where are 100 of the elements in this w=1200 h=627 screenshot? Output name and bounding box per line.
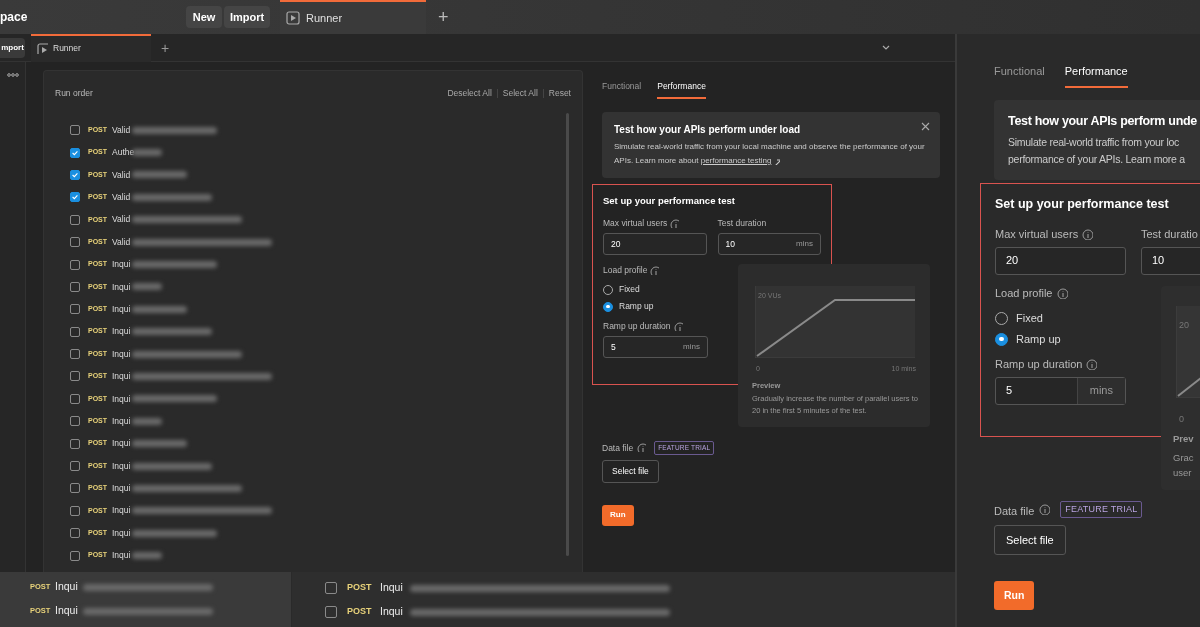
number-field[interactable]: 5 mins: [995, 376, 1126, 405]
request-name: Inqui: [380, 604, 404, 620]
close-icon[interactable]: [921, 122, 930, 131]
banner-title: Test how your APIs perform under load: [614, 123, 802, 137]
tab[interactable]: Functional: [602, 79, 642, 99]
request-name: Valid: [112, 191, 132, 204]
info-icon: [1086, 359, 1098, 370]
checkbox[interactable]: [70, 349, 80, 360]
field-label: Max virtual users: [995, 227, 1079, 243]
banner-text: Simulate real-world traffic from your local machine and observe the performance of your APIs. Learn more about performance testing: [614, 140, 928, 168]
blurred-text: [132, 417, 162, 425]
request-name: Inqui: [112, 482, 132, 495]
request-name: Inqui: [112, 302, 132, 316]
checkbox[interactable]: [70, 237, 80, 248]
request-name: Inqui: [112, 437, 132, 451]
scrollbar[interactable]: [566, 113, 569, 556]
info-icon: [1039, 504, 1051, 515]
number-field[interactable]: 10: [1141, 246, 1200, 275]
feature-trial-badge: FEATURE TRIAL: [1060, 500, 1143, 519]
checkbox[interactable]: [70, 438, 80, 449]
checkbox[interactable]: [70, 281, 80, 292]
checkbox[interactable]: [70, 550, 80, 561]
checkbox[interactable]: [70, 505, 80, 516]
play-icon: [286, 11, 300, 25]
tab[interactable]: Runner: [31, 34, 151, 62]
import-button[interactable]: mport: [0, 37, 25, 58]
banner-title: Test how your APIs perform unde: [1008, 113, 1198, 130]
panel-title: Run order: [55, 86, 94, 100]
external-link-icon: [773, 157, 781, 165]
checkbox[interactable]: [70, 304, 80, 315]
blurred-text: [132, 171, 187, 179]
performance-testing-link[interactable]: performance testing: [700, 154, 781, 168]
new-tab-button[interactable]: +: [161, 40, 170, 55]
request-name: Inqui: [112, 526, 132, 540]
field-label: Load profile: [603, 264, 648, 278]
request-name: Inqui: [112, 370, 132, 383]
field-label: Max virtual users: [603, 217, 668, 231]
tab[interactable]: Performance: [657, 79, 706, 99]
tab[interactable]: Performance: [1064, 62, 1128, 88]
checkbox[interactable]: [70, 416, 80, 427]
tab[interactable]: Runner: [280, 0, 426, 34]
checkbox[interactable]: [70, 393, 80, 404]
request-name: Valid: [112, 235, 132, 249]
info-icon: [670, 219, 680, 229]
checkbox[interactable]: [70, 169, 80, 180]
radio-button[interactable]: [603, 301, 613, 312]
request-name: Inqui: [55, 579, 79, 595]
radio-label: Ramp up: [1016, 331, 1061, 347]
request-name: Authe: [112, 146, 132, 159]
tab[interactable]: Functional: [994, 62, 1045, 88]
number-field[interactable]: 20: [603, 233, 707, 256]
request-name: Inqui: [112, 325, 132, 339]
select-file-button[interactable]: Select file: [602, 459, 659, 483]
request-name: Inqui: [112, 549, 132, 562]
radio-label: Fixed: [619, 283, 640, 297]
checkbox[interactable]: [70, 461, 80, 472]
checkbox[interactable]: [70, 214, 80, 225]
blurred-text: [132, 440, 187, 448]
request-name: Valid: [112, 213, 132, 227]
checkbox[interactable]: [70, 192, 80, 203]
new-button[interactable]: New: [186, 6, 222, 28]
field-label: Test duratio: [1141, 227, 1198, 243]
axis-label: 0: [1179, 413, 1184, 426]
new-tab-button[interactable]: +: [438, 8, 449, 26]
blurred-text: [132, 305, 187, 313]
checkbox[interactable]: [70, 259, 80, 270]
request-name: Inqui: [112, 258, 132, 271]
action-link[interactable]: Select All: [502, 86, 538, 100]
field-label: Data file: [994, 503, 1035, 517]
checkbox[interactable]: [70, 371, 80, 382]
method-label: POST: [347, 581, 373, 595]
checkbox[interactable]: [70, 147, 80, 158]
select-file-button[interactable]: Select file: [994, 525, 1066, 556]
preview-text: Grac user: [1173, 451, 1194, 480]
checkbox[interactable]: [325, 582, 337, 594]
action-link[interactable]: Deselect All: [447, 86, 492, 100]
play-icon: [37, 43, 48, 54]
number-field[interactable]: 10 mins: [717, 233, 821, 256]
blurred-text: [132, 149, 162, 157]
checkbox[interactable]: [70, 125, 80, 136]
axis-label: 20: [1179, 319, 1189, 332]
info-icon: [673, 322, 683, 332]
request-name: Valid: [112, 123, 132, 137]
field-label: Ramp up duration: [995, 357, 1083, 373]
checkbox[interactable]: [325, 606, 337, 618]
action-link[interactable]: Reset: [548, 86, 571, 100]
import-button[interactable]: Import: [224, 6, 270, 28]
radio-button[interactable]: [995, 332, 1008, 346]
blurred-text: [132, 552, 162, 560]
number-field[interactable]: 20: [995, 246, 1126, 275]
checkbox[interactable]: [70, 483, 80, 494]
section-title: Set up your performance test: [603, 194, 736, 208]
method-label: POST: [347, 605, 373, 619]
checkbox[interactable]: [70, 528, 80, 539]
number-field[interactable]: 5 mins: [603, 336, 708, 359]
workspace-name: pace: [0, 9, 29, 26]
request-name: Inqui: [380, 580, 404, 596]
field-label: Ramp up duration: [603, 320, 671, 334]
checkbox[interactable]: [70, 326, 80, 337]
info-icon: [1082, 229, 1094, 240]
